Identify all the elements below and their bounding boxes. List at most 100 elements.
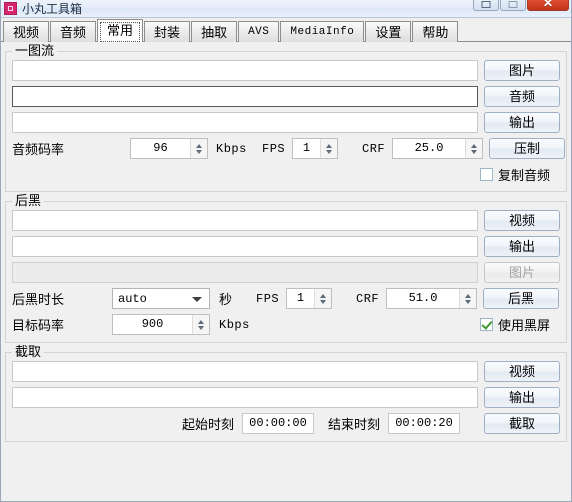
cut-video-button[interactable]: 视频 bbox=[484, 361, 560, 382]
blackend-crf-stepper[interactable]: 51.0 bbox=[386, 288, 477, 309]
stepper-down-icon[interactable] bbox=[193, 325, 209, 335]
onepic-bitrate-label: 音频码率 bbox=[12, 139, 130, 158]
onepic-audio-row: 音频 bbox=[12, 86, 560, 107]
onepic-audio-button[interactable]: 音频 bbox=[484, 86, 560, 107]
onepic-output-row: 输出 bbox=[12, 112, 560, 133]
close-icon: ✕ bbox=[543, 0, 553, 9]
stepper-up-icon[interactable] bbox=[193, 315, 209, 325]
cut-end-label: 结束时刻 bbox=[328, 414, 380, 433]
stepper-down-icon[interactable] bbox=[321, 149, 337, 159]
tab-video[interactable]: 视频 bbox=[3, 21, 49, 42]
onepic-copy-audio-label: 复制音频 bbox=[498, 165, 560, 184]
stepper-arrows[interactable] bbox=[320, 139, 337, 158]
stepper-down-icon[interactable] bbox=[191, 149, 207, 159]
onepic-copy-audio-checkbox[interactable] bbox=[480, 168, 493, 181]
blackend-fps-value: 1 bbox=[287, 289, 314, 308]
stepper-up-icon[interactable] bbox=[466, 139, 482, 149]
blackend-image-input bbox=[12, 262, 478, 283]
minimize-button[interactable] bbox=[473, 0, 499, 11]
blackend-output-row: 输出 bbox=[12, 236, 560, 257]
stepper-arrows[interactable] bbox=[192, 315, 209, 334]
tab-bar: 视频 音频 常用 封装 抽取 AVS MediaInfo 设置 帮助 bbox=[1, 18, 571, 42]
cut-start-input[interactable]: 00:00:00 bbox=[242, 413, 314, 434]
stepper-down-icon[interactable] bbox=[315, 299, 331, 309]
tab-label: 帮助 bbox=[422, 25, 448, 40]
onepic-bitrate-value: 96 bbox=[131, 139, 190, 158]
tab-common[interactable]: 常用 bbox=[97, 19, 143, 42]
cut-video-input[interactable] bbox=[12, 361, 478, 382]
onepic-fps-value: 1 bbox=[293, 139, 320, 158]
tab-extract[interactable]: 抽取 bbox=[191, 21, 237, 42]
stepper-up-icon[interactable] bbox=[321, 139, 337, 149]
blackend-target-bitrate-value: 900 bbox=[113, 315, 192, 334]
blackend-seconds-label: 秒 bbox=[219, 289, 256, 308]
stepper-arrows[interactable] bbox=[459, 289, 476, 308]
group-title: 后黑 bbox=[12, 194, 44, 208]
blackend-output-input[interactable] bbox=[12, 236, 478, 257]
onepic-fps-label: FPS bbox=[262, 142, 292, 156]
tab-label: MediaInfo bbox=[290, 26, 354, 38]
onepic-output-button[interactable]: 输出 bbox=[484, 112, 560, 133]
cut-time-row: 起始时刻 00:00:00 结束时刻 00:00:20 截取 bbox=[12, 413, 560, 434]
stepper-arrows[interactable] bbox=[314, 289, 331, 308]
chevron-down-icon bbox=[192, 297, 202, 302]
tab-mux[interactable]: 封装 bbox=[144, 21, 190, 42]
onepic-crf-value: 25.0 bbox=[393, 139, 465, 158]
close-button[interactable]: ✕ bbox=[527, 0, 569, 11]
blackend-video-button[interactable]: 视频 bbox=[484, 210, 560, 231]
cut-video-row: 视频 bbox=[12, 361, 560, 382]
blackend-video-input[interactable] bbox=[12, 210, 478, 231]
onepic-crf-stepper[interactable]: 25.0 bbox=[392, 138, 483, 159]
onepic-audio-input[interactable] bbox=[12, 86, 478, 107]
onepic-crf-label: CRF bbox=[362, 142, 392, 156]
stepper-up-icon[interactable] bbox=[191, 139, 207, 149]
onepic-output-input[interactable] bbox=[12, 112, 478, 133]
stepper-up-icon[interactable] bbox=[315, 289, 331, 299]
blackend-target-bitrate-label: 目标码率 bbox=[12, 315, 112, 334]
stepper-down-icon[interactable] bbox=[460, 299, 476, 309]
stepper-down-icon[interactable] bbox=[466, 149, 482, 159]
app-logo-icon bbox=[4, 2, 17, 15]
tab-settings[interactable]: 设置 bbox=[365, 21, 411, 42]
group-title: 一图流 bbox=[12, 44, 57, 58]
tab-label: AVS bbox=[248, 26, 269, 38]
stepper-up-icon[interactable] bbox=[460, 289, 476, 299]
blackend-duration-row: 后黑时长 auto 秒 FPS 1 CRF bbox=[12, 288, 560, 309]
onepic-image-input[interactable] bbox=[12, 60, 478, 81]
cut-output-row: 输出 bbox=[12, 387, 560, 408]
stepper-arrows[interactable] bbox=[190, 139, 207, 158]
blackend-use-black-label: 使用黑屏 bbox=[498, 315, 560, 334]
cut-run-button[interactable]: 截取 bbox=[484, 413, 560, 434]
blackend-fps-stepper[interactable]: 1 bbox=[286, 288, 332, 309]
onepic-bitrate-stepper[interactable]: 96 bbox=[130, 138, 208, 159]
blackend-duration-combo[interactable]: auto bbox=[112, 288, 210, 309]
blackend-output-button[interactable]: 输出 bbox=[484, 236, 560, 257]
caption-buttons: ✕ bbox=[473, 0, 569, 11]
cut-output-input[interactable] bbox=[12, 387, 478, 408]
tab-label: 常用 bbox=[107, 23, 133, 38]
onepic-image-button[interactable]: 图片 bbox=[484, 60, 560, 81]
onepic-encode-button[interactable]: 压制 bbox=[489, 138, 565, 159]
tab-avs[interactable]: AVS bbox=[238, 21, 279, 42]
blackend-target-bitrate-stepper[interactable]: 900 bbox=[112, 314, 210, 335]
cut-start-label: 起始时刻 bbox=[182, 414, 234, 433]
maximize-button[interactable] bbox=[500, 0, 526, 11]
cut-end-input[interactable]: 00:00:20 bbox=[388, 413, 460, 434]
tab-audio[interactable]: 音频 bbox=[50, 21, 96, 42]
onepic-params-row: 音频码率 96 Kbps FPS 1 bbox=[12, 138, 560, 159]
tab-content-common: 一图流 图片 音频 输出 音频码率 96 bbox=[1, 51, 571, 442]
tab-help[interactable]: 帮助 bbox=[412, 21, 458, 42]
cut-output-button[interactable]: 输出 bbox=[484, 387, 560, 408]
tab-label: 设置 bbox=[375, 25, 401, 40]
stepper-arrows[interactable] bbox=[465, 139, 482, 158]
group-title: 截取 bbox=[12, 345, 44, 359]
onepic-kbps-label: Kbps bbox=[216, 142, 262, 156]
tab-mediainfo[interactable]: MediaInfo bbox=[280, 21, 364, 42]
onepic-fps-stepper[interactable]: 1 bbox=[292, 138, 338, 159]
blackend-run-button[interactable]: 后黑 bbox=[483, 288, 559, 309]
minimize-icon bbox=[482, 1, 491, 8]
blackend-duration-value: auto bbox=[118, 292, 147, 306]
blackend-use-black-checkbox[interactable] bbox=[480, 318, 493, 331]
blackend-video-row: 视频 bbox=[12, 210, 560, 231]
blackend-target-bitrate-row: 目标码率 900 Kbps 使用黑屏 bbox=[12, 314, 560, 335]
